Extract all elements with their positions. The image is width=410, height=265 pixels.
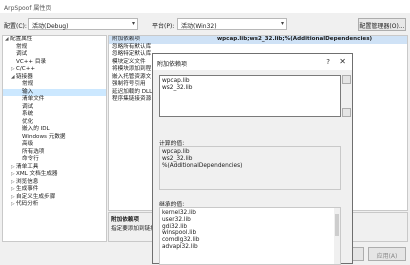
- tree-item-label: C/C++: [16, 66, 36, 72]
- title-bar: ArpSpoof 属性页: [0, 0, 410, 13]
- tree-item-label: XML 文档生成器: [16, 171, 58, 177]
- tree-item-label: 所有选项: [22, 148, 45, 155]
- property-name: 附加依赖项: [112, 36, 140, 42]
- tree-item[interactable]: 清单文件: [3, 96, 106, 104]
- tree-item-label: 清单工具: [16, 163, 39, 170]
- tree-item[interactable]: 调试: [3, 104, 106, 112]
- tree-item-label: 命令行: [22, 156, 39, 162]
- help-icon[interactable]: ?: [326, 58, 330, 66]
- property-name: 程序集链接资源: [112, 96, 152, 102]
- tree-item[interactable]: ▷生成事件: [3, 186, 106, 194]
- property-name: 延迟加载的 DLL: [112, 88, 153, 95]
- tree-item-label: 自定义生成步骤: [16, 193, 56, 200]
- tree-item-label: 浏览信息: [16, 178, 39, 185]
- computed-line: ws2_32.lib: [162, 155, 193, 162]
- property-value: wpcap.lib;ws2_32.lib;%(AdditionalDepende…: [217, 36, 373, 42]
- property-name: 忽略所有默认库: [112, 43, 152, 50]
- tree-item[interactable]: 调试: [3, 51, 106, 59]
- tree-item-label: 调试: [22, 103, 34, 110]
- config-value: 活动(Debug): [32, 23, 69, 30]
- tree-item-label: 常规: [22, 81, 34, 87]
- property-name: 强制符号引用: [112, 81, 146, 87]
- computed-values: wpcap.lib ws2_32.lib %(AdditionalDependenc…: [159, 146, 341, 190]
- tree-item[interactable]: VC++ 目录: [3, 59, 106, 67]
- apply-button[interactable]: 应用(A): [368, 247, 406, 261]
- inherited-scrollbar[interactable]: [334, 208, 340, 264]
- tree-item[interactable]: 命令行: [3, 156, 106, 164]
- property-name: 嵌入托管资源文: [112, 73, 152, 80]
- config-combo[interactable]: 活动(Debug) ▾: [28, 18, 138, 30]
- config-label: 配置(C):: [4, 23, 27, 30]
- tree-item[interactable]: 常规: [3, 44, 106, 52]
- tree-item-label: 优化: [22, 118, 34, 125]
- tree-item[interactable]: ▷XML 文档生成器: [3, 171, 106, 179]
- tree-item-label: 系统: [22, 111, 34, 117]
- window-title: ArpSpoof 属性页: [4, 5, 52, 12]
- chevron-down-icon: ▾: [131, 20, 135, 27]
- property-tree[interactable]: ◢配置属性 常规 调试 VC++ 目录 ▷C/C++ ◢链接器 常规 输入 清单文件 调试 系统 优化…: [2, 35, 107, 242]
- inherited-values: kernel32.lib user32.lib gdi32.lib winspool.…: [159, 207, 341, 265]
- property-name: 模块定义文件: [112, 58, 146, 65]
- tree-item[interactable]: ◢配置属性: [3, 36, 106, 44]
- inherited-line: winspool.lib: [162, 230, 197, 237]
- tree-item[interactable]: 高级: [3, 141, 106, 149]
- tree-item[interactable]: ▷自定义生成步骤: [3, 194, 106, 202]
- tree-item-label: 高级: [22, 141, 34, 147]
- tree-item-label: 代码分析: [16, 201, 39, 207]
- scroll-up-button[interactable]: [342, 75, 351, 84]
- chevron-down-icon: ▾: [280, 20, 284, 27]
- tree-item[interactable]: ▷浏览信息: [3, 179, 106, 187]
- property-row[interactable]: 忽略所有默认库: [109, 44, 407, 52]
- property-row[interactable]: 附加依赖项 wpcap.lib;ws2_32.lib;%(AdditionalDe…: [109, 36, 407, 44]
- computed-line: wpcap.lib: [162, 149, 190, 155]
- tree-item-label: 生成事件: [16, 186, 39, 192]
- tree-item[interactable]: ▷清单工具: [3, 164, 106, 172]
- tree-item-label: 输入: [22, 88, 34, 95]
- tree-item-label: Windows 元数据: [22, 133, 66, 140]
- inherited-line: comdlg32.lib: [162, 237, 200, 244]
- property-name: 将模块添加到程: [112, 66, 152, 72]
- tree-item-label: 配置属性: [10, 36, 33, 42]
- tree-item[interactable]: 优化: [3, 119, 106, 127]
- tree-item[interactable]: ▷代码分析: [3, 201, 106, 209]
- config-manager-button[interactable]: 配置管理器(O)...: [358, 18, 406, 31]
- inherited-line: advapi32.lib: [162, 243, 198, 250]
- scrollbar-thumb[interactable]: [335, 214, 339, 236]
- dialog-title-bar: 附加依赖项 ? ✕: [153, 54, 352, 70]
- inherited-line: kernel32.lib: [162, 210, 196, 216]
- tree-item[interactable]: 输入: [3, 88, 106, 96]
- property-name: 忽略特定默认库: [112, 51, 152, 57]
- platform-value: 活动(Win32): [181, 23, 217, 30]
- additional-dependencies-dialog: 附加依赖项 ? ✕ wpcap.lib ws2_32.lib 计算的值: wpca…: [152, 53, 353, 265]
- platform-label: 平台(P):: [152, 23, 175, 30]
- computed-line: %(AdditionalDependencies): [162, 162, 243, 169]
- platform-combo[interactable]: 活动(Win32) ▾: [177, 18, 287, 30]
- edit-line: ws2_32.lib: [162, 84, 193, 91]
- close-icon[interactable]: ✕: [339, 57, 346, 66]
- tree-item[interactable]: 嵌入的 IDL: [3, 126, 106, 134]
- tree-item-label: 清单文件: [22, 96, 45, 102]
- dependencies-edit[interactable]: wpcap.lib ws2_32.lib: [159, 75, 341, 117]
- tree-item[interactable]: 所有选项: [3, 149, 106, 157]
- inherited-line: user32.lib: [162, 216, 191, 223]
- tree-item[interactable]: 常规: [3, 81, 106, 89]
- tree-item-label: VC++ 目录: [16, 58, 47, 65]
- tree-item-label: 链接器: [16, 73, 33, 80]
- tree-item[interactable]: 系统: [3, 111, 106, 119]
- dialog-title: 附加依赖项: [157, 61, 188, 68]
- tree-item[interactable]: ◢链接器: [3, 74, 106, 82]
- tree-item[interactable]: Windows 元数据: [3, 134, 106, 142]
- inherited-line: gdi32.lib: [162, 223, 188, 230]
- tree-item-label: 常规: [16, 43, 28, 50]
- tree-item-label: 调试: [16, 51, 28, 57]
- scroll-down-button[interactable]: [342, 108, 351, 117]
- tree-item-label: 嵌入的 IDL: [22, 126, 50, 132]
- edit-line: wpcap.lib: [162, 78, 190, 84]
- config-toolbar: 配置(C): 活动(Debug) ▾ 平台(P): 活动(Win32) ▾ 配置…: [0, 13, 410, 35]
- tree-item[interactable]: ▷C/C++: [3, 66, 106, 74]
